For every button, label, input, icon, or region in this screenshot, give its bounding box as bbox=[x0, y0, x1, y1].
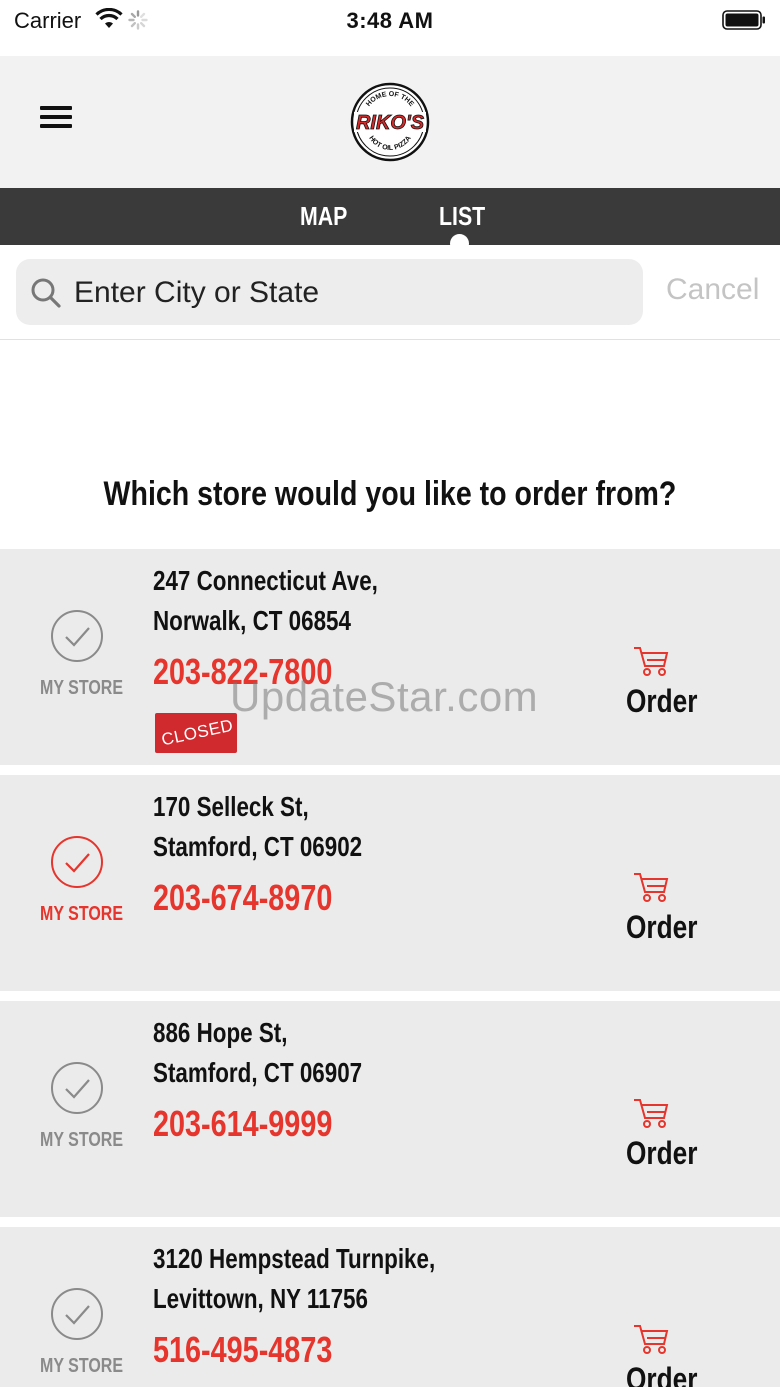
store-card: MY STORE 247 Connecticut Ave, Norwalk, C… bbox=[0, 549, 780, 765]
search-input[interactable] bbox=[72, 269, 636, 317]
search-icon bbox=[31, 278, 61, 308]
cart-icon[interactable] bbox=[632, 1096, 670, 1130]
hamburger-menu-icon[interactable] bbox=[40, 106, 72, 136]
order-button[interactable]: Order bbox=[626, 909, 697, 946]
store-address-line1: 247 Connecticut Ave, bbox=[153, 565, 378, 596]
store-card: MY STORE 170 Selleck St, Stamford, CT 06… bbox=[0, 775, 780, 991]
store-address-line2: Stamford, CT 06902 bbox=[153, 831, 363, 862]
my-store-label[interactable]: MY STORE bbox=[40, 1129, 123, 1152]
cancel-button[interactable]: Cancel bbox=[666, 273, 759, 307]
battery-icon bbox=[722, 10, 765, 30]
checkmark-circle-icon[interactable] bbox=[50, 835, 104, 889]
store-prompt: Which store would you like to order from… bbox=[103, 475, 677, 513]
app-header: HOME OF THE HOT OIL PIZZA RIKO'S bbox=[0, 56, 780, 188]
closed-badge: CLOSED bbox=[155, 713, 237, 753]
svg-text:RIKO'S: RIKO'S bbox=[356, 112, 425, 134]
clock: 3:48 AM bbox=[346, 8, 434, 33]
view-tabs: MAP LIST bbox=[0, 188, 780, 245]
store-address-line1: 886 Hope St, bbox=[153, 1017, 288, 1048]
cart-icon[interactable] bbox=[632, 644, 670, 678]
store-phone[interactable]: 203-674-8970 bbox=[153, 877, 332, 919]
cart-icon[interactable] bbox=[632, 870, 670, 904]
search-bar: Cancel bbox=[0, 245, 780, 340]
store-card: MY STORE 3120 Hempstead Turnpike, Levitt… bbox=[0, 1227, 780, 1387]
cart-icon[interactable] bbox=[632, 1322, 670, 1356]
checkmark-circle-icon[interactable] bbox=[50, 1061, 104, 1115]
my-store-label[interactable]: MY STORE bbox=[40, 677, 123, 700]
store-phone[interactable]: 516-495-4873 bbox=[153, 1329, 332, 1371]
store-address-line1: 170 Selleck St, bbox=[153, 791, 309, 822]
store-phone[interactable]: 203-822-7800 bbox=[153, 651, 332, 693]
status-bar: Carrier 3:48 AM bbox=[0, 0, 780, 56]
my-store-label[interactable]: MY STORE bbox=[40, 1355, 123, 1378]
store-address-line2: Stamford, CT 06907 bbox=[153, 1057, 363, 1088]
tab-list[interactable]: LIST bbox=[439, 201, 485, 232]
order-button[interactable]: Order bbox=[626, 683, 697, 720]
order-button[interactable]: Order bbox=[626, 1361, 697, 1387]
store-address-line2: Norwalk, CT 06854 bbox=[153, 605, 351, 636]
order-button[interactable]: Order bbox=[626, 1135, 697, 1172]
search-field[interactable] bbox=[16, 259, 643, 325]
store-card: MY STORE 886 Hope St, Stamford, CT 06907… bbox=[0, 1001, 780, 1217]
rikos-logo: HOME OF THE HOT OIL PIZZA RIKO'S bbox=[350, 82, 430, 162]
checkmark-circle-icon[interactable] bbox=[50, 1287, 104, 1341]
store-address-line2: Levittown, NY 11756 bbox=[153, 1283, 368, 1314]
store-phone[interactable]: 203-614-9999 bbox=[153, 1103, 332, 1145]
checkmark-circle-icon[interactable] bbox=[50, 609, 104, 663]
store-address-line1: 3120 Hempstead Turnpike, bbox=[153, 1243, 436, 1274]
tab-map[interactable]: MAP bbox=[300, 201, 347, 232]
my-store-label[interactable]: MY STORE bbox=[40, 903, 123, 926]
